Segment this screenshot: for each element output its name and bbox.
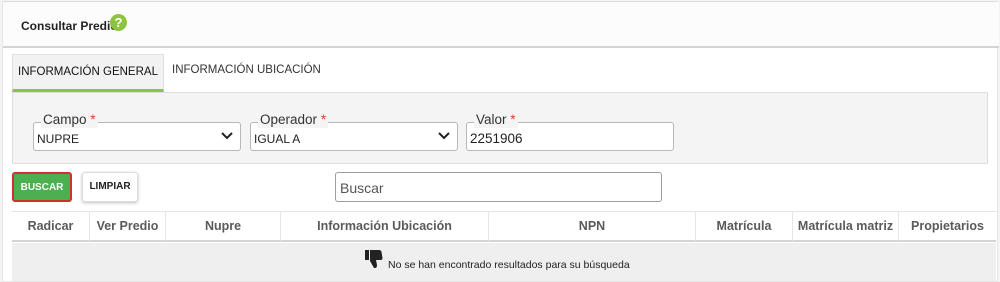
column-header-radicar[interactable]: Radicar [12, 212, 90, 241]
thumbs-down-icon [365, 250, 383, 268]
column-header-matricula-matriz[interactable]: Matrícula matriz [793, 212, 899, 241]
column-header-propietarios[interactable]: Propietarios [899, 212, 996, 241]
column-header-ver-predio[interactable]: Ver Predio [90, 212, 166, 241]
panel-header: Consultar Predio ? [3, 2, 999, 48]
campo-label: Campo * [41, 112, 98, 128]
valor-label: Valor * [474, 112, 518, 128]
valor-input[interactable]: Valor * 2251906 [466, 112, 674, 151]
help-icon[interactable]: ? [110, 14, 127, 31]
table-header: Radicar Ver Predio Nupre Información Ubi… [12, 211, 996, 242]
chevron-down-icon [221, 132, 233, 140]
search-input[interactable]: Buscar [335, 172, 662, 202]
campo-value: NUPRE [37, 132, 80, 146]
operador-label: Operador * [258, 112, 329, 128]
column-header-nupre[interactable]: Nupre [166, 212, 281, 241]
tab-informacion-ubicacion[interactable]: INFORMACIÓN UBICACIÓN [172, 54, 332, 92]
column-header-matricula[interactable]: Matrícula [696, 212, 793, 241]
page-title: Consultar Predio [21, 19, 118, 33]
operador-select[interactable]: Operador * IGUAL A [250, 112, 458, 151]
filter-panel: Campo * NUPRE Operador * IGUAL A Valor *… [12, 92, 988, 164]
column-header-npn[interactable]: NPN [489, 212, 696, 241]
operador-value: IGUAL A [254, 132, 301, 146]
empty-message: No se han encontrado resultados para su … [388, 259, 630, 271]
buscar-button[interactable]: BUSCAR [12, 172, 72, 202]
chevron-down-icon [438, 132, 450, 140]
valor-value: 2251906 [470, 131, 523, 146]
empty-results-row: No se han encontrado resultados para su … [12, 243, 996, 281]
campo-select[interactable]: Campo * NUPRE [33, 112, 241, 151]
column-header-informacion-ubicacion[interactable]: Información Ubicación [281, 212, 489, 241]
limpiar-button[interactable]: LIMPIAR [82, 172, 138, 202]
tab-informacion-general[interactable]: INFORMACIÓN GENERAL [12, 54, 164, 92]
